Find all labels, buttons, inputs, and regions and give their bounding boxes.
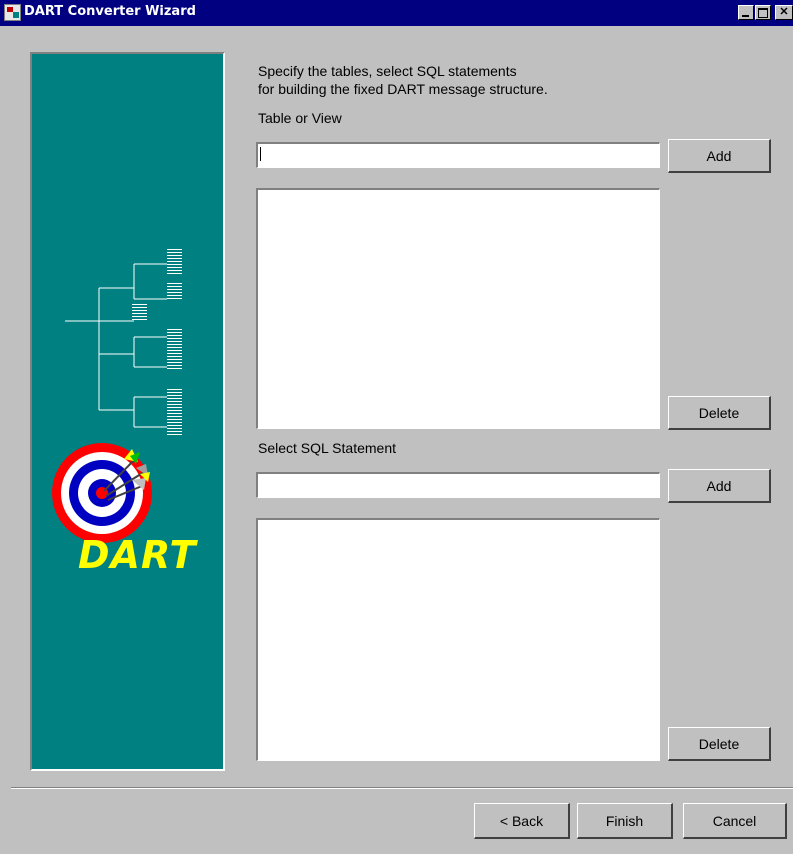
window-title: DART Converter Wizard <box>24 4 196 19</box>
dart-logo-text: DART <box>78 533 197 577</box>
wizard-image-panel: DART <box>30 52 225 771</box>
table-or-view-input[interactable] <box>256 142 660 168</box>
title-bar: DART Converter Wizard ✕ <box>0 0 793 26</box>
close-icon[interactable]: ✕ <box>775 5 793 20</box>
maximize-icon[interactable] <box>755 5 771 20</box>
dartboard-icon <box>52 443 152 543</box>
delete-table-button[interactable]: Delete <box>668 396 771 430</box>
footer-separator <box>11 787 793 789</box>
select-sql-label: Select SQL Statement <box>258 440 396 456</box>
add-table-button[interactable]: Add <box>668 139 771 173</box>
finish-button[interactable]: Finish <box>577 803 673 839</box>
table-or-view-label: Table or View <box>258 110 342 126</box>
table-list[interactable] <box>256 188 660 429</box>
sql-statement-input[interactable] <box>256 472 660 498</box>
app-icon[interactable] <box>4 4 21 21</box>
add-sql-button[interactable]: Add <box>668 469 771 503</box>
instructions-line-2: for building the fixed DART message stru… <box>258 81 548 97</box>
instructions-line-1: Specify the tables, select SQL statement… <box>258 63 517 79</box>
sql-list[interactable] <box>256 518 660 761</box>
cancel-button[interactable]: Cancel <box>683 803 787 839</box>
minimize-icon[interactable] <box>738 5 754 20</box>
back-button[interactable]: < Back <box>474 803 570 839</box>
delete-sql-button[interactable]: Delete <box>668 727 771 761</box>
